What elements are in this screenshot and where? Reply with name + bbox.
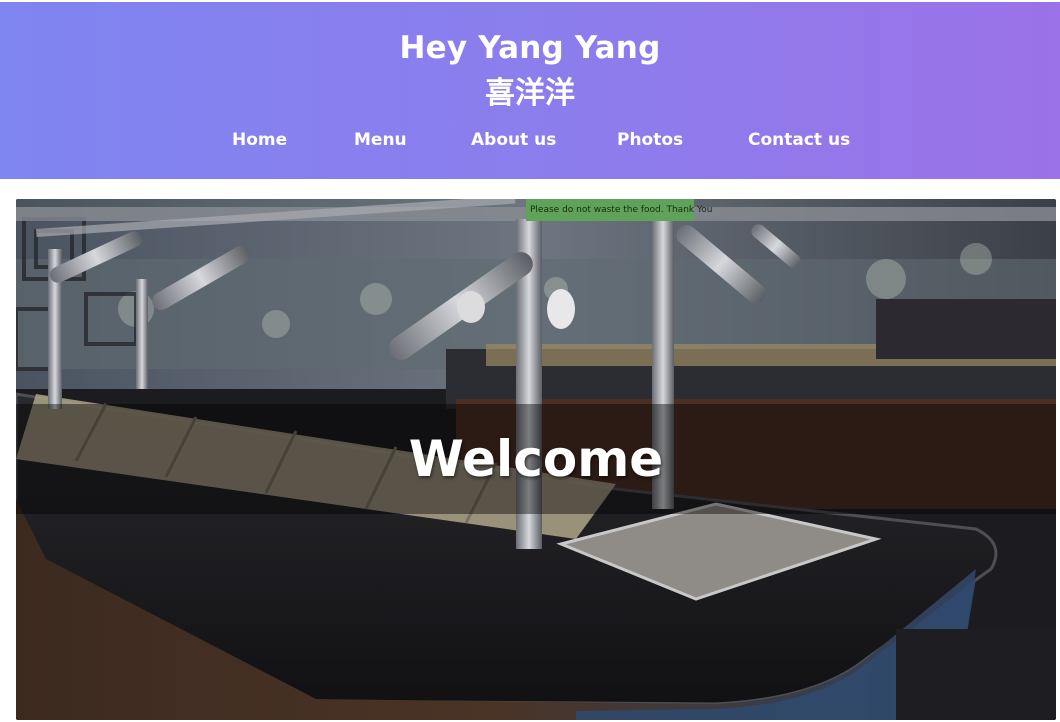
nav-menu-link[interactable]: Menu — [354, 125, 407, 155]
site-header: Hey Yang Yang 喜洋洋 Home Menu About us Pho… — [0, 2, 1060, 179]
site-subtitle-chinese: 喜洋洋 — [485, 76, 575, 111]
nav-home-link[interactable]: Home — [232, 125, 287, 155]
main-nav: Home Menu About us Photos Contact us — [0, 125, 1060, 155]
welcome-heading: Welcome — [408, 430, 664, 488]
nav-photos-link[interactable]: Photos — [617, 125, 683, 155]
buffet-sign-text: Please do not waste the food. Thank You — [530, 205, 713, 215]
hero-banner: Please do not waste the food. Thank You … — [16, 199, 1056, 720]
nav-contact-link[interactable]: Contact us — [748, 125, 850, 155]
site-title[interactable]: Hey Yang Yang — [0, 28, 1060, 68]
nav-about-link[interactable]: About us — [471, 125, 556, 155]
